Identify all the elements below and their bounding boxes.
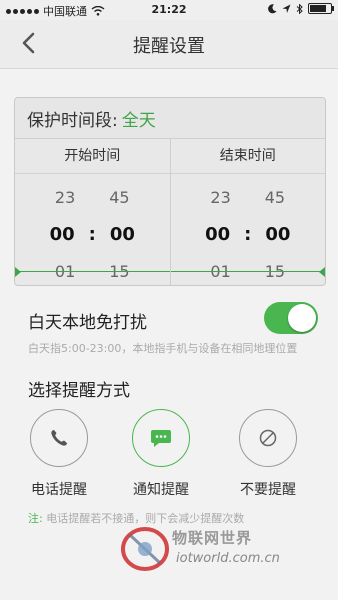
start-selected-row[interactable]: 00 : 00 xyxy=(15,212,170,258)
toggle-knob[interactable] xyxy=(288,304,316,332)
watermark-text-url: iotworld.com.cn xyxy=(176,551,280,566)
period-label: 保护时间段: xyxy=(27,110,118,131)
time-period-card: 保护时间段: 全天 开始时间 23 45 00 : 00 01 15 结束时间 xyxy=(14,97,326,286)
protection-period: 保护时间段: 全天 xyxy=(15,98,325,139)
bluetooth-icon xyxy=(296,3,303,14)
phone-icon xyxy=(51,430,67,446)
start-next-hour[interactable]: 01 xyxy=(55,258,75,285)
start-time-picker[interactable]: 开始时间 23 45 00 : 00 01 15 xyxy=(15,139,170,285)
reminder-option-phone[interactable]: 电话提醒 xyxy=(19,409,99,499)
start-prev-row[interactable]: 23 45 xyxy=(15,184,170,212)
watermark-text-cn: 物联网世界 xyxy=(172,529,253,547)
battery-level xyxy=(310,5,327,12)
page-title: 提醒设置 xyxy=(133,36,205,57)
quiet-mode-label: 白天本地免打扰 xyxy=(28,313,147,333)
end-time-picker[interactable]: 结束时间 23 45 00 : 00 01 15 xyxy=(169,139,326,285)
end-next-minute[interactable]: 15 xyxy=(265,258,285,285)
start-selection-line xyxy=(15,271,170,272)
start-next-row[interactable]: 01 15 xyxy=(15,258,170,285)
end-next-hour[interactable]: 01 xyxy=(210,258,230,285)
period-value: 全天 xyxy=(121,110,156,131)
reminder-option-notification[interactable]: 通知提醒 xyxy=(121,409,201,499)
start-hour[interactable]: 00 xyxy=(50,212,75,258)
none-option-circle[interactable] xyxy=(239,409,297,467)
quiet-mode-toggle[interactable] xyxy=(264,302,318,334)
chat-icon xyxy=(151,430,171,447)
phone-option-label: 电话提醒 xyxy=(31,482,87,498)
start-time-header: 开始时间 xyxy=(15,139,170,174)
notification-option-circle[interactable] xyxy=(132,409,190,467)
selection-arrow-right-icon xyxy=(319,267,325,277)
end-separator: : xyxy=(244,224,252,245)
moon-icon xyxy=(268,3,277,13)
start-separator: : xyxy=(88,224,96,245)
start-next-minute[interactable]: 15 xyxy=(109,258,129,285)
end-prev-hour[interactable]: 23 xyxy=(210,184,230,212)
status-right xyxy=(268,3,334,14)
location-icon xyxy=(282,4,291,13)
end-selection-line xyxy=(170,271,325,272)
reminder-option-none[interactable]: 不要提醒 xyxy=(228,409,308,499)
battery-icon xyxy=(308,3,334,14)
none-option-label: 不要提醒 xyxy=(240,482,296,498)
phone-option-circle[interactable] xyxy=(30,409,88,467)
start-prev-hour[interactable]: 23 xyxy=(55,184,75,212)
status-bar: 中国联通 21:22 xyxy=(0,0,338,20)
end-prev-row[interactable]: 23 45 xyxy=(171,184,326,212)
prohibit-icon xyxy=(259,429,277,447)
selection-arrow-left-icon xyxy=(15,267,21,277)
end-minute[interactable]: 00 xyxy=(265,212,290,258)
end-time-header: 结束时间 xyxy=(170,139,325,174)
note-text: 电话提醒若不接通，则下会减少提醒次数 xyxy=(46,512,245,525)
start-minute[interactable]: 00 xyxy=(110,212,135,258)
reminder-mode-title: 选择提醒方式 xyxy=(28,381,130,401)
watermark-logo: 物联网世界 iotworld.com.cn xyxy=(120,525,290,575)
end-prev-minute[interactable]: 45 xyxy=(265,184,285,212)
end-selected-row[interactable]: 00 : 00 xyxy=(171,212,326,258)
notification-option-label: 通知提醒 xyxy=(133,482,189,498)
quiet-mode-description: 白天指5:00-23:00，本地指手机与设备在相同地理位置 xyxy=(28,342,298,355)
navigation-bar: 提醒设置 xyxy=(0,20,338,69)
reminder-note: 注: 电话提醒若不接通，则下会减少提醒次数 xyxy=(28,510,244,526)
start-prev-minute[interactable]: 45 xyxy=(109,184,129,212)
end-hour[interactable]: 00 xyxy=(205,212,230,258)
iotworld-logo-icon xyxy=(121,527,169,571)
end-next-row[interactable]: 01 15 xyxy=(171,258,326,285)
note-prefix: 注: xyxy=(28,512,43,525)
